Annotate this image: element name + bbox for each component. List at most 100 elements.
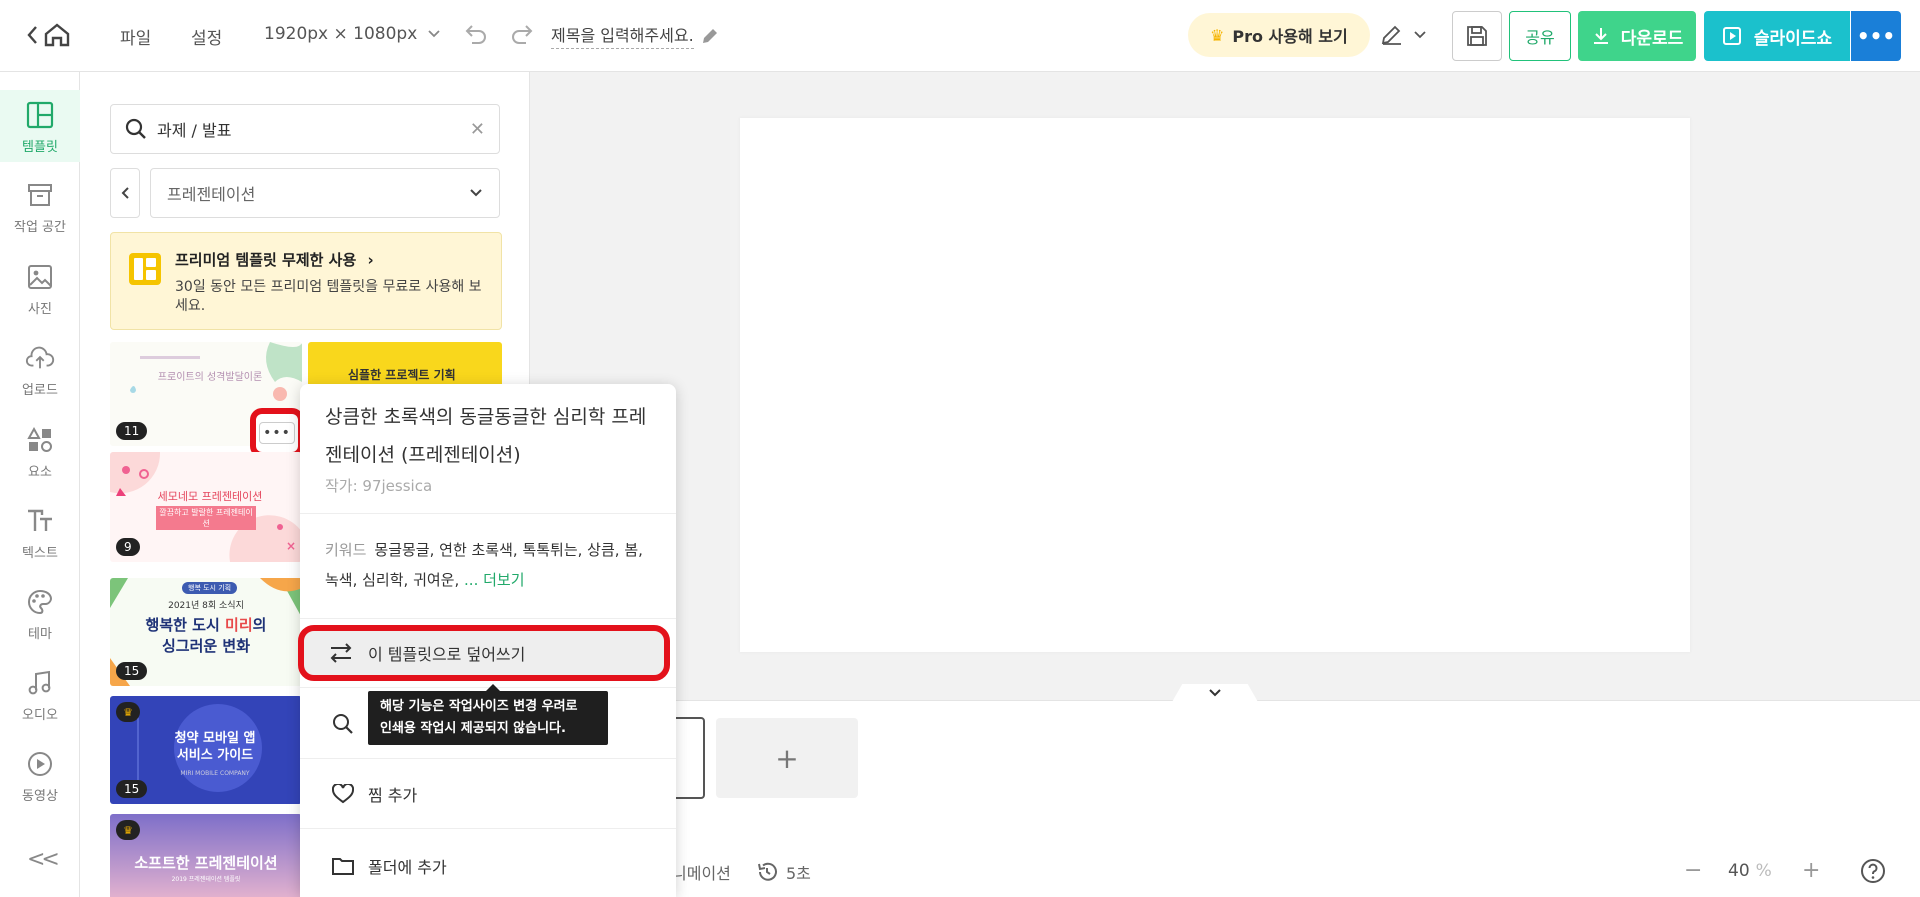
promo-description: 30일 동안 모든 프리미엄 템플릿을 무료로 사용해 보세요. xyxy=(175,279,482,314)
rail-item-workspace[interactable]: 작업 공간 xyxy=(0,180,80,235)
template-more-button[interactable]: ••• xyxy=(250,408,304,458)
overwrite-label: 이 템플릿으로 덮어쓰기 xyxy=(368,645,526,664)
rail-item-upload[interactable]: 업로드 xyxy=(0,343,80,398)
animation-label[interactable]: 니메이션 xyxy=(672,860,731,884)
template-thumb[interactable]: ♛ 소프트한 프레젠테이션 2019 프레젠테이션 템플릿 xyxy=(110,814,302,897)
undo-icon xyxy=(465,25,486,44)
popup-author: 작가: 97jessica xyxy=(325,477,433,495)
keyword-label: 키워드 xyxy=(325,541,367,559)
template-thumb[interactable]: × 세모네모 프레젠테이션 깔끔하고 발랄한 프레젠테이션 9 xyxy=(110,452,302,562)
crown-icon: ♛ xyxy=(1210,25,1225,45)
rail-label: 템플릿 xyxy=(22,140,58,155)
palette-icon xyxy=(25,587,55,617)
zoom-in-button[interactable]: + xyxy=(1802,858,1820,883)
template-thumb[interactable]: ♛ 청약 모바일 앱 서비스 가이드 MIRI MOBILE COMPANY 1… xyxy=(110,696,302,804)
premium-template-icon xyxy=(129,253,161,285)
slide-count-badge: 15 xyxy=(116,662,148,680)
thumb-title-line1: 행복한 도시 미리의 xyxy=(145,616,267,634)
rail-label: 요소 xyxy=(28,465,52,480)
draw-mode-dropdown[interactable] xyxy=(1380,24,1426,46)
rail-item-elements[interactable]: 요소 xyxy=(0,425,80,480)
title-input[interactable]: 제목을 입력해주세요. xyxy=(551,22,694,49)
search-icon xyxy=(330,711,356,737)
pencil-icon xyxy=(702,28,717,43)
template-thumb[interactable]: 행복 도시 기획 2021년 8회 소식지 행복한 도시 미리의 싱그러운 변화… xyxy=(110,578,302,686)
chevron-down-icon xyxy=(1209,689,1221,697)
divider xyxy=(300,758,676,759)
rail-label: 오디오 xyxy=(22,708,58,723)
rail-item-theme[interactable]: 테마 xyxy=(0,587,80,642)
menu-add-to-folder[interactable]: 폴더에 추가 xyxy=(300,836,676,896)
back-home-button[interactable] xyxy=(26,22,74,48)
thumb-subtitle: 깔끔하고 발랄한 프레젠테이션 xyxy=(156,506,256,530)
add-slide-button[interactable]: + xyxy=(716,718,858,798)
overwrite-with-template-button[interactable]: 이 템플릿으로 덮어쓰기 xyxy=(298,625,670,681)
clear-search-icon[interactable]: ✕ xyxy=(470,119,485,140)
thumb-title: 청약 모바일 앱 서비스 가이드 xyxy=(174,731,256,763)
download-button[interactable]: 다운로드 xyxy=(1578,11,1696,61)
menu-add-favorite[interactable]: 찜 추가 xyxy=(300,764,676,824)
plus-icon: + xyxy=(775,741,799,775)
thumb-title: 소프트한 프레젠테이션 xyxy=(134,854,278,872)
home-icon xyxy=(27,23,70,47)
rail-item-audio[interactable]: 오디오 xyxy=(0,668,80,723)
promo-title: 프리미엄 템플릿 무제한 사용 › xyxy=(175,251,374,269)
download-icon xyxy=(1593,28,1608,44)
menu-file[interactable]: 파일 xyxy=(120,24,151,49)
zoom-value[interactable]: 40% xyxy=(1728,861,1772,881)
duration-control[interactable]: 5초 xyxy=(756,860,811,884)
heart-icon xyxy=(330,781,356,807)
slideshow-button[interactable]: 슬라이드쇼 xyxy=(1704,11,1850,61)
more-options-button[interactable]: ••• xyxy=(1851,11,1901,61)
slide-count-badge: 15 xyxy=(116,780,148,798)
premium-promo-banner[interactable]: 프리미엄 템플릿 무제한 사용 › 30일 동안 모든 프리미엄 템플릿을 무료… xyxy=(110,232,502,330)
slide-page[interactable] xyxy=(740,118,1690,652)
divider xyxy=(300,828,676,829)
search-icon xyxy=(125,118,146,139)
category-dropdown[interactable]: 프레젠테이션 xyxy=(150,168,500,218)
duration-value: 5초 xyxy=(786,864,811,883)
folder-icon xyxy=(330,853,356,879)
pro-trial-button[interactable]: ♛ Pro 사용해 보기 xyxy=(1188,13,1370,57)
redo-icon xyxy=(512,25,533,44)
folder-label: 폴더에 추가 xyxy=(368,858,447,877)
title-field[interactable]: 제목을 입력해주세요. xyxy=(551,22,720,49)
undo-button[interactable] xyxy=(462,23,488,45)
play-circle-icon xyxy=(25,749,55,779)
category-back-button[interactable] xyxy=(110,168,140,218)
thumb-title: 세모네모 프레젠테이션 xyxy=(157,490,263,503)
redo-button[interactable] xyxy=(510,23,536,45)
rail-item-video[interactable]: 동영상 xyxy=(0,749,80,804)
rail-item-photos[interactable]: 사진 xyxy=(0,262,80,317)
rail-item-text[interactable]: 텍스트 xyxy=(0,506,80,561)
search-input[interactable]: 과제 / 발표 xyxy=(157,117,470,141)
clock-history-icon xyxy=(758,862,777,881)
image-icon xyxy=(25,262,55,292)
rail-item-templates[interactable]: 템플릿 xyxy=(0,90,80,162)
play-square-icon xyxy=(1722,27,1741,45)
top-header: 파일 설정 1920px × 1080px 제목을 입력해주세요. ♛ Pro … xyxy=(0,0,1920,72)
collapse-rail-button[interactable]: << xyxy=(27,847,60,872)
zoom-out-button[interactable]: − xyxy=(1684,858,1702,883)
download-label: 다운로드 xyxy=(1620,28,1684,49)
thumb-subtitle: 2019 프레젠테이션 템플릿 xyxy=(171,876,241,883)
template-search[interactable]: 과제 / 발표 ✕ xyxy=(110,104,500,154)
pen-icon xyxy=(1381,25,1401,45)
menu-settings[interactable]: 설정 xyxy=(191,24,222,49)
help-button[interactable] xyxy=(1860,858,1886,888)
keywords-more-link[interactable]: ... 더보기 xyxy=(464,571,524,589)
rail-label: 업로드 xyxy=(22,383,58,398)
chevron-left-icon xyxy=(121,187,129,199)
swap-arrows-icon xyxy=(330,643,352,663)
save-icon xyxy=(1467,26,1487,46)
popup-keywords: 키워드 몽글몽글, 연한 초록색, 톡톡튀는, 상큼, 봄, 녹색, 심리학, 귀… xyxy=(325,535,655,595)
share-button[interactable]: 공유 xyxy=(1509,11,1571,61)
popup-title: 상큼한 초록색의 동글동글한 심리학 프레젠테이션 (프레젠테이션) xyxy=(325,406,647,466)
thumb-small: 2021년 8회 소식지 xyxy=(168,601,244,611)
canvas-size-dropdown[interactable]: 1920px × 1080px xyxy=(264,24,441,44)
timeline-collapse-button[interactable] xyxy=(1172,684,1258,702)
save-button[interactable] xyxy=(1452,11,1502,61)
more-dots-icon: ••• xyxy=(259,422,295,444)
rail-label: 테마 xyxy=(28,627,52,642)
pro-trial-label: Pro 사용해 보기 xyxy=(1232,27,1348,46)
